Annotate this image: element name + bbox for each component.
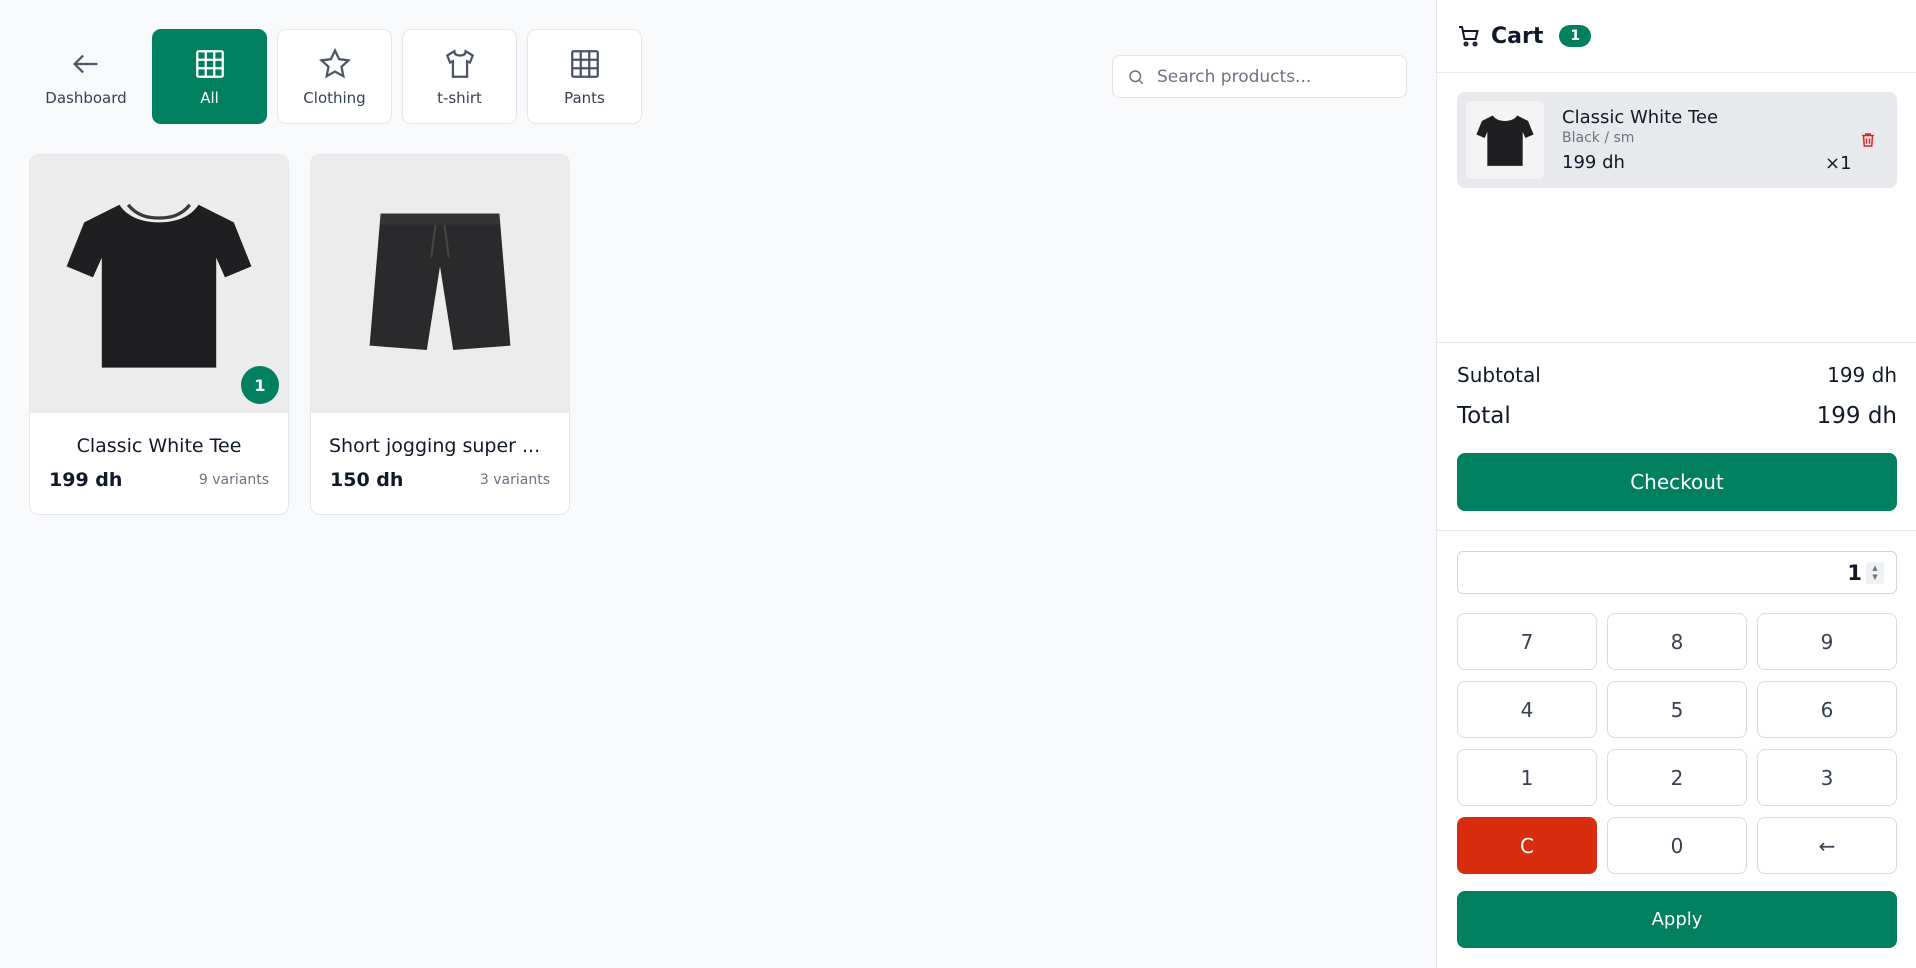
subtotal-label: Subtotal: [1457, 363, 1541, 387]
search-box: [1112, 55, 1407, 98]
quantity-input[interactable]: 1 ▲ ▼: [1457, 551, 1897, 594]
shirt-icon: [445, 48, 474, 78]
apply-button[interactable]: Apply: [1457, 891, 1897, 948]
key-5[interactable]: 5: [1607, 681, 1747, 738]
quantity-value: 1: [1847, 560, 1862, 585]
category-all[interactable]: All: [152, 29, 267, 124]
cart-item[interactable]: Classic White Tee Black / sm 199 dh ×1: [1457, 92, 1897, 188]
cart-count-badge: 1: [1559, 25, 1592, 47]
cart-title: Cart: [1491, 23, 1544, 49]
cart-icon: [1459, 26, 1479, 47]
numeric-keypad: 7 8 9 4 5 6 1 2 3 C 0 ←: [1457, 613, 1897, 874]
category-clothing[interactable]: Clothing: [277, 29, 392, 124]
cart-item-name: Classic White Tee: [1562, 107, 1719, 128]
product-name: Classic White Tee: [76, 435, 242, 457]
key-9[interactable]: 9: [1757, 613, 1897, 670]
category-label: t-shirt: [437, 88, 482, 107]
category-label: Clothing: [303, 88, 366, 107]
main-area: Dashboard All Clothing t-shirt Pants Sea…: [0, 0, 1436, 968]
product-price: 199 dh: [49, 469, 123, 491]
backspace-button[interactable]: ←: [1757, 817, 1897, 874]
arrow-left-icon: [73, 54, 98, 73]
shorts-image: [369, 213, 511, 350]
cart-item-thumbnail: [1466, 101, 1544, 179]
category-label: Pants: [564, 88, 605, 107]
grid-icon: [195, 49, 224, 78]
product-grid: 1 Classic White Tee 199 dh 9 variants Sh…: [29, 154, 570, 515]
total-value: 199 dh: [1816, 403, 1897, 429]
quantity-spinner[interactable]: ▲ ▼: [1866, 561, 1884, 584]
key-4[interactable]: 4: [1457, 681, 1597, 738]
product-variants: 9 variants: [198, 472, 269, 488]
product-card[interactable]: Short jogging super ... 150 dh 3 variant…: [310, 154, 570, 515]
key-2[interactable]: 2: [1607, 749, 1747, 806]
key-8[interactable]: 8: [1607, 613, 1747, 670]
cart-header: Cart 1: [1437, 0, 1916, 73]
product-image: 1: [30, 155, 288, 413]
cart-panel: Cart 1 Classic White Tee Black / sm 199 …: [1436, 0, 1916, 968]
chevron-down-icon: ▼: [1872, 572, 1878, 581]
category-t-shirt[interactable]: t-shirt: [402, 29, 517, 124]
subtotal-value: 199 dh: [1827, 363, 1897, 387]
key-3[interactable]: 3: [1757, 749, 1897, 806]
cart-totals: Subtotal 199 dh Total 199 dh: [1437, 342, 1916, 429]
cart-item-price: 199 dh: [1562, 152, 1625, 173]
key-7[interactable]: 7: [1457, 613, 1597, 670]
tshirt-image: [1476, 115, 1534, 166]
back-label: Dashboard: [45, 88, 127, 107]
product-variants: 3 variants: [479, 472, 550, 488]
key-1[interactable]: 1: [1457, 749, 1597, 806]
grid-icon: [570, 49, 599, 78]
category-pants[interactable]: Pants: [527, 29, 642, 124]
key-0[interactable]: 0: [1607, 817, 1747, 874]
remove-item-button[interactable]: [1859, 131, 1879, 151]
tshirt-image: [66, 203, 252, 368]
key-6[interactable]: 6: [1757, 681, 1897, 738]
product-name: Short jogging super ...: [329, 435, 541, 457]
clear-button[interactable]: C: [1457, 817, 1597, 874]
cart-item-variant: Black / sm: [1562, 130, 1635, 146]
star-icon: [318, 47, 351, 78]
total-label: Total: [1457, 403, 1511, 429]
cart-item-quantity: ×1: [1825, 153, 1852, 174]
in-cart-badge: 1: [241, 366, 279, 404]
search-input[interactable]: [1157, 66, 1397, 87]
checkout-button[interactable]: Checkout: [1457, 453, 1897, 511]
search-icon: [1129, 69, 1144, 84]
back-to-dashboard-button[interactable]: Dashboard: [30, 29, 142, 124]
chevron-up-icon: ▲: [1872, 563, 1878, 572]
product-card[interactable]: 1 Classic White Tee 199 dh 9 variants: [29, 154, 289, 515]
trash-icon: [1862, 133, 1874, 147]
product-price: 150 dh: [330, 469, 404, 491]
category-bar: Dashboard All Clothing t-shirt Pants: [30, 29, 642, 124]
product-image: [311, 155, 569, 413]
divider: [1437, 530, 1916, 531]
category-label: All: [200, 88, 219, 107]
